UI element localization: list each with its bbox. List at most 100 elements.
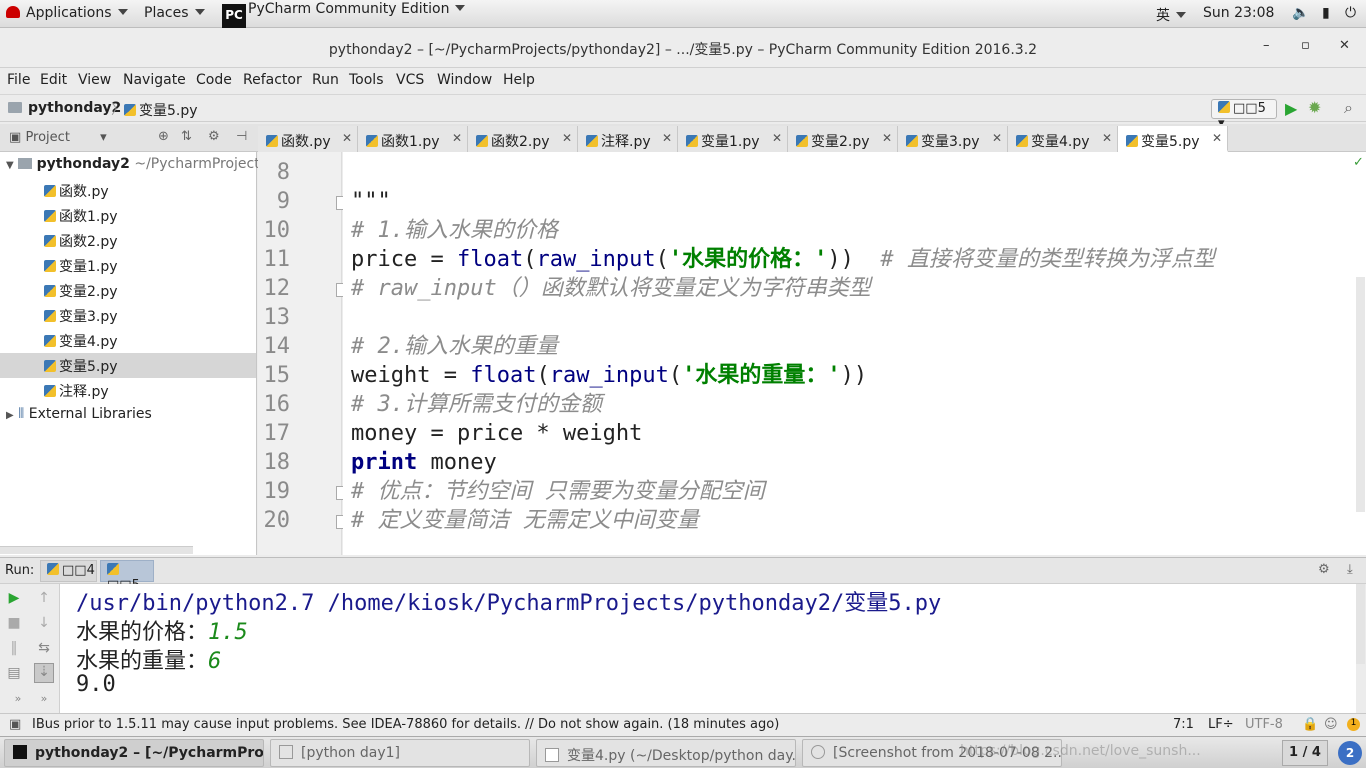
python-file-icon [44, 235, 56, 247]
vertical-scrollbar[interactable] [1356, 277, 1365, 512]
menu-navigate[interactable]: Navigate [123, 72, 186, 88]
soft-wrap-icon[interactable]: ⇆ [36, 640, 52, 656]
menu-refactor[interactable]: Refactor [243, 72, 302, 88]
tree-file[interactable]: 函数.py [0, 178, 256, 203]
menu-window[interactable]: Window [437, 72, 492, 88]
stop-icon[interactable]: ■ [6, 615, 22, 631]
task-python-day1[interactable]: [python day1] [270, 739, 530, 767]
close-icon[interactable]: ✕ [1102, 131, 1112, 145]
file-encoding[interactable]: UTF-8 [1245, 717, 1283, 732]
arrow-up-icon[interactable]: ↑ [36, 590, 52, 606]
menu-edit[interactable]: Edit [40, 72, 67, 88]
tab-函数1[interactable]: 函数1.py ✕ [358, 126, 468, 152]
close-icon[interactable]: ✕ [772, 131, 782, 145]
tree-file[interactable]: 变量4.py [0, 328, 256, 353]
menu-help[interactable]: Help [503, 72, 535, 88]
applications-menu[interactable]: Applications [6, 5, 128, 21]
line-number: 19 [263, 479, 291, 504]
places-menu[interactable]: Places [144, 5, 205, 21]
tab-注释[interactable]: 注释.py ✕ [578, 126, 678, 152]
python-file-icon [586, 135, 598, 147]
code-editor[interactable]: """ # 1.输入水果的价格 price = float(raw_input(… [343, 152, 1366, 555]
target-icon[interactable]: ⊕ [158, 129, 169, 144]
console-scrollbar[interactable] [1356, 584, 1365, 664]
arrow-down-icon[interactable]: ↓ [36, 615, 52, 631]
tab-函数[interactable]: 函数.py ✕ [258, 126, 358, 152]
menu-file[interactable]: File [7, 72, 30, 88]
gear-icon[interactable]: ⚙ [208, 129, 220, 144]
collapse-icon[interactable]: ⇅ [181, 129, 192, 144]
scroll-to-end-icon[interactable]: ⇣ [34, 663, 54, 683]
tab-label: 函数1.py [381, 134, 440, 150]
app-menu[interactable]: PC PyCharm Community Edition [222, 1, 466, 28]
tab-变量4[interactable]: 变量4.py ✕ [1008, 126, 1118, 152]
breadcrumb-file[interactable]: 变量5.py [124, 100, 198, 120]
run-tab-4[interactable]: □□4 [40, 560, 97, 582]
close-icon[interactable]: ✕ [992, 131, 1002, 145]
hide-panel-icon[interactable]: ⤓ [1347, 562, 1353, 577]
menu-vcs[interactable]: VCS [396, 72, 424, 88]
search-icon[interactable]: ⌕ [1344, 98, 1353, 118]
tab-label: 函数2.py [491, 134, 550, 150]
breadcrumb-project[interactable]: pythonday2 [28, 100, 121, 116]
close-button[interactable]: ✕ [1339, 38, 1350, 53]
horizontal-scrollbar[interactable] [0, 546, 193, 554]
tab-变量2[interactable]: 变量2.py ✕ [788, 126, 898, 152]
layout-icon[interactable]: ▤ [6, 665, 22, 681]
more-icon[interactable]: » [10, 692, 26, 708]
tree-external-libraries[interactable]: ▶ ⦀ External Libraries [0, 403, 256, 428]
menu-view[interactable]: View [78, 72, 111, 88]
line-separator[interactable]: LF÷ [1208, 717, 1234, 732]
menu-code[interactable]: Code [196, 72, 232, 88]
task-pycharm[interactable]: pythonday2 – [~/PycharmProject... [4, 739, 264, 767]
tree-root[interactable]: ▼ pythonday2 ~/PycharmProjects/ [0, 153, 272, 178]
close-icon[interactable]: ✕ [452, 131, 462, 145]
run-console[interactable]: /usr/bin/python2.7 /home/kiosk/PycharmPr… [60, 584, 1365, 713]
lock-icon[interactable]: 🔒 [1302, 717, 1318, 732]
inspector-icon[interactable]: ☺ [1324, 717, 1338, 732]
cursor-position[interactable]: 7:1 [1173, 717, 1194, 732]
close-icon[interactable]: ✕ [1212, 131, 1222, 145]
run-tab-5[interactable]: □□5 [100, 560, 154, 593]
tree-file[interactable]: 函数2.py [0, 228, 256, 253]
workspace-indicator[interactable]: 1 / 4 [1282, 740, 1328, 766]
tree-file[interactable]: 函数1.py [0, 203, 256, 228]
power-icon[interactable]: ⏻ [1345, 5, 1356, 21]
tree-file[interactable]: 变量1.py [0, 253, 256, 278]
status-message[interactable]: IBus prior to 1.5.11 may cause input pro… [32, 717, 779, 732]
tab-变量1[interactable]: 变量1.py ✕ [678, 126, 788, 152]
tree-file[interactable]: 变量3.py [0, 303, 256, 328]
minimize-button[interactable]: – [1263, 38, 1270, 53]
tab-变量5[interactable]: 变量5.py ✕ [1118, 126, 1228, 152]
volume-icon[interactable]: 🔈 [1292, 5, 1309, 21]
tab-函数2[interactable]: 函数2.py ✕ [468, 126, 578, 152]
menu-tools[interactable]: Tools [349, 72, 384, 88]
close-icon[interactable]: ✕ [562, 131, 572, 145]
more-icon[interactable]: » [36, 692, 52, 708]
clock[interactable]: Sun 23:08 [1203, 5, 1274, 21]
hide-icon[interactable]: ⊣ [236, 129, 247, 144]
tree-file-selected[interactable]: 变量5.py [0, 353, 256, 378]
task-editor[interactable]: 变量4.py (~/Desktop/python day... [536, 739, 796, 767]
menu-run[interactable]: Run [312, 72, 339, 88]
rerun-icon[interactable]: ▶ [6, 590, 22, 606]
tab-变量3[interactable]: 变量3.py ✕ [898, 126, 1008, 152]
input-method-menu[interactable]: 英 [1156, 5, 1186, 25]
pause-icon[interactable]: ‖ [6, 640, 22, 656]
run-icon[interactable]: ▶ [1285, 99, 1297, 118]
project-tool-title[interactable]: ▣ Project ▾ [9, 130, 107, 145]
battery-icon[interactable]: ▮ [1322, 5, 1330, 21]
notification-icon[interactable]: 2 [1338, 741, 1362, 765]
tree-file[interactable]: 注释.py [0, 378, 256, 403]
status-panel-icon[interactable]: ▣ [9, 717, 21, 732]
gear-icon[interactable]: ⚙ [1318, 562, 1330, 577]
line-number: 15 [263, 363, 291, 388]
run-config-select[interactable]: □□5 ▾ [1211, 99, 1277, 131]
maximize-button[interactable]: ▫ [1301, 38, 1310, 53]
close-icon[interactable]: ✕ [882, 131, 892, 145]
debug-icon[interactable]: ✹ [1308, 98, 1321, 117]
close-icon[interactable]: ✕ [342, 131, 352, 145]
close-icon[interactable]: ✕ [662, 131, 672, 145]
event-log-icon[interactable]: 1 [1347, 718, 1360, 731]
tree-file[interactable]: 变量2.py [0, 278, 256, 303]
